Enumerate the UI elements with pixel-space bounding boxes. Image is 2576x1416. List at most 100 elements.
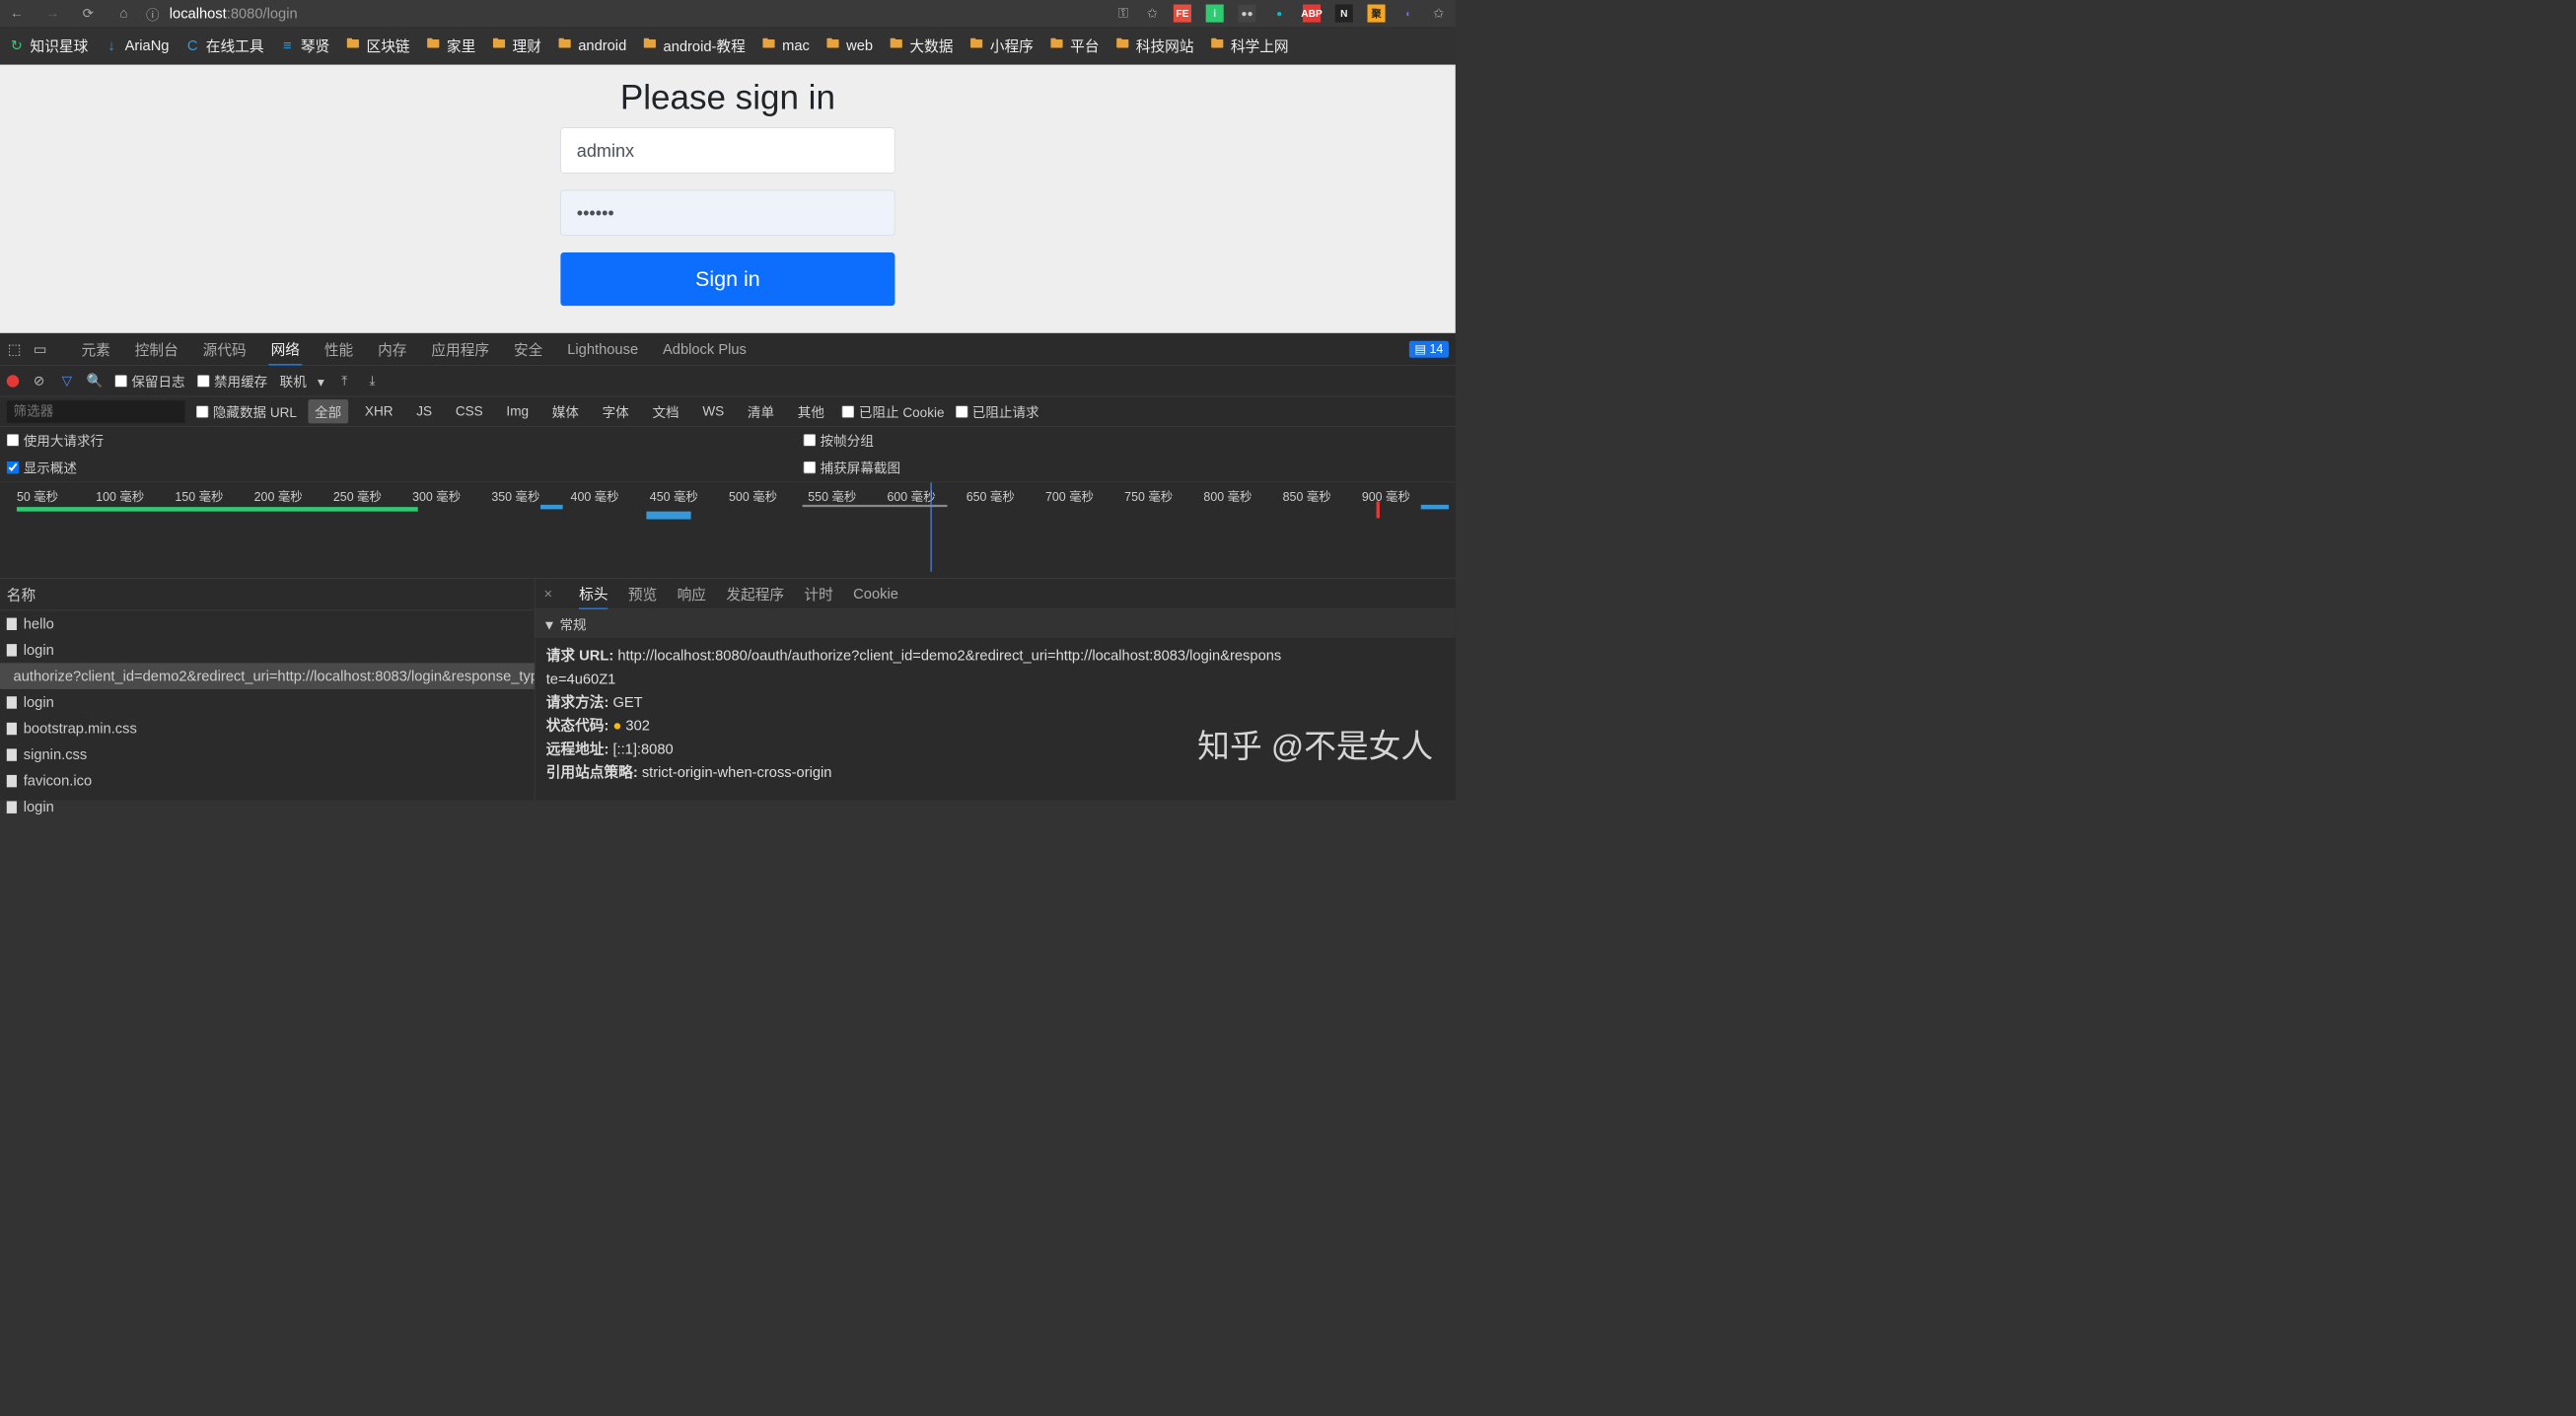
bookmark-item[interactable]: 🖿mac — [761, 36, 810, 54]
devtools-tab[interactable]: 控制台 — [132, 333, 180, 366]
password-input[interactable] — [560, 190, 894, 236]
filter-type-pill[interactable]: CSS — [449, 401, 489, 421]
preserve-log-checkbox[interactable]: 保留日志 — [114, 371, 184, 390]
filter-input[interactable] — [7, 400, 185, 423]
upload-icon[interactable]: ⤒ — [336, 373, 352, 389]
forward-icon[interactable]: → — [44, 6, 60, 22]
detail-tab[interactable]: 预览 — [628, 578, 657, 609]
extension-icon[interactable]: FE — [1174, 5, 1191, 23]
show-overview-checkbox[interactable]: 显示概述 — [7, 458, 804, 477]
filter-type-pill[interactable]: JS — [409, 401, 438, 421]
detail-key: 请求 URL: — [546, 647, 618, 664]
request-row[interactable]: login — [0, 689, 535, 716]
filter-type-pill[interactable]: XHR — [358, 401, 399, 421]
request-row[interactable]: hello — [0, 610, 535, 637]
bookmark-item[interactable]: ≡琴贤 — [279, 35, 329, 56]
devtools-tab[interactable]: 网络 — [268, 333, 302, 366]
filter-type-pill[interactable]: Img — [500, 401, 536, 421]
filter-type-pill[interactable]: 清单 — [741, 399, 781, 423]
devtools-tabs: ⬚ ▭ 元素控制台源代码网络性能内存应用程序安全 Lighthouse Adbloc… — [0, 333, 1456, 366]
bookmark-item[interactable]: 🖿科学上网 — [1209, 35, 1288, 56]
filter-type-pill[interactable]: 字体 — [596, 399, 636, 423]
devtools-tab[interactable]: 安全 — [512, 333, 545, 366]
request-row[interactable]: login — [0, 637, 535, 664]
devtools-tab[interactable]: 性能 — [322, 333, 356, 366]
info-icon[interactable]: ⓘ — [145, 6, 161, 22]
request-row[interactable]: login — [0, 794, 535, 820]
detail-value: [::1]:8080 — [612, 741, 673, 757]
bookmark-label: mac — [782, 36, 810, 54]
extension-icon[interactable]: ● — [1270, 5, 1288, 23]
extension-icon[interactable]: N — [1335, 5, 1353, 23]
bookmark-item[interactable]: 🖿web — [825, 36, 873, 54]
blocked-cookies-checkbox[interactable]: 已阻止 Cookie — [842, 401, 945, 421]
screenshots-checkbox[interactable]: 捕获屏幕截图 — [804, 458, 900, 477]
request-row[interactable]: bootstrap.min.css — [0, 715, 535, 742]
network-timeline[interactable]: 50 毫秒100 毫秒150 毫秒200 毫秒250 毫秒300 毫秒350 毫… — [0, 482, 1456, 578]
detail-tab[interactable]: 响应 — [678, 578, 706, 609]
bookmark-item[interactable]: 🖿小程序 — [968, 35, 1034, 56]
throttling-select[interactable]: 联机 ▾ — [280, 371, 324, 390]
extension-icon[interactable]: ◐ — [1399, 5, 1417, 23]
detail-tab[interactable]: 发起程序 — [726, 578, 784, 609]
username-input[interactable] — [560, 127, 894, 173]
signin-button[interactable]: Sign in — [560, 252, 894, 306]
favorite-icon[interactable]: ✩ — [1145, 6, 1161, 22]
collections-icon[interactable]: ✩ — [1431, 6, 1447, 22]
filter-type-pill[interactable]: 其他 — [791, 399, 831, 423]
bookmark-item[interactable]: 🖿大数据 — [889, 35, 954, 56]
bookmark-item[interactable]: 🖿区块链 — [345, 35, 410, 56]
disable-cache-checkbox[interactable]: 禁用缓存 — [197, 371, 267, 390]
devtools-tab[interactable]: 应用程序 — [429, 333, 491, 366]
filter-type-pill[interactable]: 文档 — [646, 399, 686, 423]
bookmark-item[interactable]: 🖿平台 — [1049, 35, 1100, 56]
devtools-tab[interactable]: 内存 — [376, 333, 409, 366]
filter-icon[interactable]: ▽ — [59, 373, 75, 389]
devtools-tab[interactable]: Adblock Plus — [661, 333, 749, 366]
bookmark-item[interactable]: C在线工具 — [184, 35, 263, 56]
search-icon[interactable]: 🔍 — [87, 373, 103, 389]
request-row[interactable]: authorize?client_id=demo2&redirect_uri=h… — [0, 663, 535, 689]
extension-icon[interactable]: ABP — [1303, 5, 1321, 23]
group-by-frame-checkbox[interactable]: 按帧分组 — [804, 430, 900, 450]
issues-badge[interactable]: ▤14 — [1409, 340, 1449, 357]
download-icon[interactable]: ⤓ — [365, 373, 381, 389]
bookmark-item[interactable]: 🖿android-教程 — [642, 35, 746, 56]
back-icon[interactable]: ← — [9, 6, 25, 22]
blocked-requests-checkbox[interactable]: 已阻止请求 — [956, 401, 1039, 421]
detail-tab[interactable]: Cookie — [853, 578, 898, 609]
bookmark-item[interactable]: 🖿android — [557, 36, 626, 54]
bookmark-item[interactable]: ↓AriaNg — [104, 36, 169, 54]
bookmark-item[interactable]: 🖿理财 — [491, 35, 541, 56]
home-icon[interactable]: ⌂ — [116, 6, 132, 22]
bookmark-item[interactable]: 🖿家里 — [425, 35, 475, 56]
url-port: :8080 — [227, 5, 263, 22]
bookmark-item[interactable]: 🖿科技网站 — [1114, 35, 1193, 56]
hide-data-urls-checkbox[interactable]: 隐藏数据 URL — [196, 401, 297, 421]
device-icon[interactable]: ▭ — [33, 341, 48, 357]
clear-icon[interactable]: ⊘ — [32, 373, 47, 389]
detail-tab[interactable]: 计时 — [804, 578, 832, 609]
filter-type-pill[interactable]: 媒体 — [545, 399, 586, 423]
reload-icon[interactable]: ⟳ — [80, 6, 96, 22]
extension-icon[interactable]: ●● — [1238, 5, 1255, 23]
devtools-tab[interactable]: 元素 — [79, 333, 112, 366]
detail-tabs: × 标头预览响应发起程序计时 Cookie — [535, 578, 1455, 609]
key-icon[interactable]: ⚿ — [1115, 6, 1131, 22]
extension-icon[interactable]: 聚 — [1368, 5, 1386, 23]
detail-tab[interactable]: 标头 — [579, 578, 608, 609]
detail-section-header[interactable]: ▼ 常规 — [535, 609, 1455, 638]
close-detail-icon[interactable]: × — [543, 585, 552, 602]
url-bar[interactable]: ⓘ localhost:8080/login — [145, 5, 1103, 23]
devtools-tab[interactable]: 源代码 — [200, 333, 249, 366]
devtools-tab[interactable]: Lighthouse — [565, 333, 640, 366]
inspect-icon[interactable]: ⬚ — [7, 341, 23, 357]
filter-type-pill[interactable]: WS — [696, 401, 731, 421]
filter-type-pill[interactable]: 全部 — [308, 399, 348, 423]
bookmark-item[interactable]: ↻知识星球 — [9, 35, 88, 56]
large-rows-checkbox[interactable]: 使用大请求行 — [7, 430, 804, 450]
request-row[interactable]: favicon.ico — [0, 768, 535, 795]
record-button[interactable] — [7, 375, 19, 387]
extension-icon[interactable]: i — [1206, 5, 1224, 23]
request-row[interactable]: signin.css — [0, 742, 535, 768]
